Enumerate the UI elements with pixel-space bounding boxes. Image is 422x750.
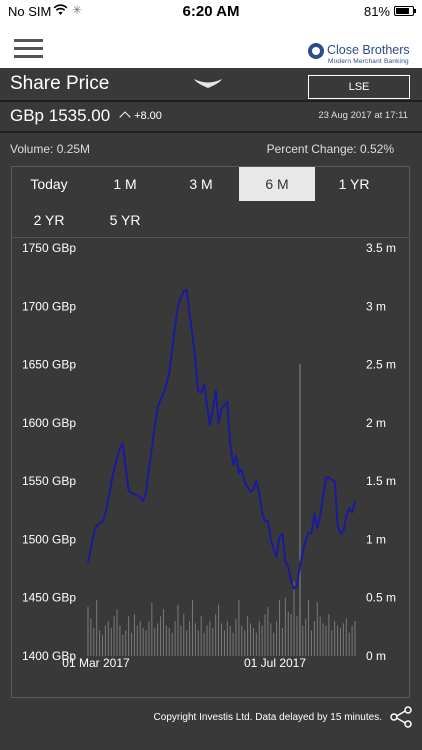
share-icon[interactable] [389, 705, 413, 729]
y-tick-label: 1550 GBp [22, 474, 76, 488]
y2-tick-label: 2 m [366, 416, 386, 430]
copyright-notice: Copyright Investis Ltd. Data delayed by … [153, 712, 382, 723]
y2-tick-label: 1 m [366, 532, 386, 546]
y2-tick-label: 3 m [366, 299, 386, 313]
y-tick-label: 1700 GBp [22, 299, 76, 313]
y2-tick-label: 0.5 m [366, 591, 396, 605]
y-tick-label: 1600 GBp [22, 416, 76, 430]
share-price-chart[interactable]: 1750 GBp 1700 GBp 1650 GBp 1600 GBp 1550 GBp… [0, 0, 422, 750]
y-tick-label: 1500 GBp [22, 532, 76, 546]
price-series-line [87, 289, 356, 590]
y2-tick-label: 0 m [366, 649, 386, 663]
y2-tick-label: 2.5 m [366, 358, 396, 372]
x-tick-label: 01 Mar 2017 [62, 656, 130, 670]
y-tick-label: 1750 GBp [22, 241, 76, 255]
x-tick-label: 01 Jul 2017 [244, 656, 306, 670]
y2-tick-label: 1.5 m [366, 474, 396, 488]
y2-tick-label: 3.5 m [366, 241, 396, 255]
y-tick-label: 1450 GBp [22, 591, 76, 605]
y-tick-label: 1650 GBp [22, 358, 76, 372]
